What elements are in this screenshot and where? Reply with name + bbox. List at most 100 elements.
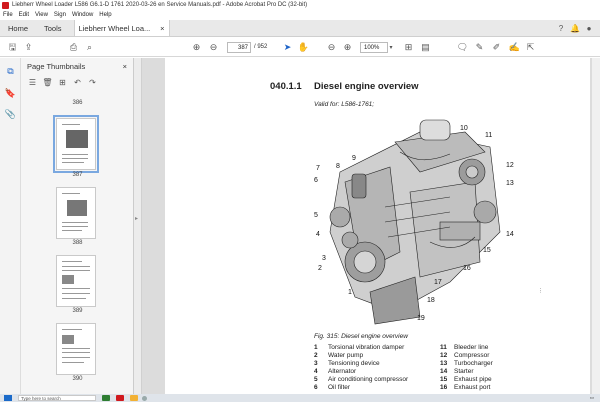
callout-11: 11 [485, 132, 492, 139]
browser-app-icon[interactable] [102, 395, 110, 401]
notifications-icon[interactable]: 🔔 [568, 20, 582, 36]
bookmark-icon[interactable]: 🔖 [4, 87, 17, 100]
legend-item: 12 Compressor [440, 352, 490, 359]
fill-sign-icon[interactable]: ✍ [508, 41, 521, 54]
start-icon[interactable] [4, 395, 12, 401]
legend-item: 3 Tensioning device [314, 360, 380, 367]
callout-10: 10 [460, 125, 468, 132]
callout-5: 5 [314, 212, 318, 219]
close-tab-icon[interactable]: × [160, 24, 164, 33]
taskbar-clock-icon[interactable]: ▭ [590, 395, 594, 401]
menu-file[interactable]: File [3, 12, 13, 18]
menu-help[interactable]: Help [99, 12, 111, 18]
taskbar-search-input[interactable]: Type here to search [18, 395, 96, 401]
thumbnails-panel: Page Thumbnails × ☰ 🗑 ⊞ ↶ ↷ 386 387 388 … [21, 58, 134, 394]
account-icon[interactable]: ● [582, 20, 596, 36]
callout-17: 17 [434, 279, 442, 286]
zoom-in-icon[interactable]: ⊕ [341, 41, 354, 54]
thumbnail-page-389[interactable] [56, 255, 96, 307]
draw-icon[interactable]: ✐ [490, 41, 503, 54]
thumbnails-panel-toolbar: ☰ 🗑 ⊞ ↶ ↷ [21, 74, 133, 90]
thumbnail-label-390: 390 [72, 376, 83, 382]
attachment-icon[interactable]: 📎 [4, 108, 17, 121]
next-page-icon[interactable]: ⊖ [207, 41, 220, 54]
callout-1: 1 [348, 289, 352, 296]
menu-bar: File Edit View Sign Window Help [0, 10, 600, 20]
search-icon[interactable]: ⌕ [83, 41, 96, 54]
thumbnails-panel-title: Page Thumbnails [27, 61, 86, 71]
callout-16: 16 [463, 265, 471, 272]
panel-resize-handle[interactable]: ▸ [135, 215, 140, 229]
menu-window[interactable]: Window [72, 12, 93, 18]
menu-edit[interactable]: Edit [19, 12, 29, 18]
save-icon[interactable]: 🖫 [6, 41, 19, 54]
scroll-mode-icon[interactable]: ▤ [419, 41, 432, 54]
thumbnail-label-386: 386 [72, 100, 83, 106]
legend-item: 6 Oil filter [314, 384, 351, 391]
diesel-engine-illustration: 1 2 3 4 5 6 7 8 9 10 11 12 13 14 15 16 1… [314, 119, 514, 325]
valid-for-text: Valid for: L586-1761; [314, 101, 375, 108]
page-total: / 952 [254, 44, 268, 50]
acrobat-taskbar-icon[interactable] [116, 395, 124, 401]
highlight-pen-icon[interactable]: ✎ [473, 41, 486, 54]
callout-6: 6 [314, 177, 318, 184]
tab-document[interactable]: Liebherr Wheel Loa... × [73, 20, 170, 36]
thumbnail-page-390[interactable] [56, 323, 96, 375]
thumbnail-page-388[interactable] [56, 187, 96, 239]
tab-home[interactable]: Home [0, 20, 36, 36]
zoom-out-icon[interactable]: ⊖ [325, 41, 338, 54]
section-title: Diesel engine overview [314, 81, 419, 92]
thumbnail-label-389: 389 [72, 308, 83, 314]
figure-caption: Fig. 315: Diesel engine overview [314, 333, 408, 340]
thumbnail-label-388: 388 [72, 240, 83, 246]
delete-page-icon[interactable]: 🗑 [41, 78, 54, 87]
menu-sign[interactable]: Sign [54, 12, 66, 18]
undo-icon[interactable]: ↶ [71, 78, 84, 87]
tray-icon[interactable] [142, 395, 147, 401]
left-navigation-rail: ⧉ 🔖 📎 [0, 58, 21, 394]
help-icon[interactable]: ? [554, 20, 568, 36]
menu-view[interactable]: View [35, 12, 48, 18]
legend-item: 15 Exhaust pipe [440, 376, 492, 383]
folder-app-icon[interactable] [130, 395, 138, 401]
page-number-input[interactable]: 387 [227, 42, 251, 53]
print-icon[interactable]: ⎙ [67, 41, 80, 54]
share-icon[interactable]: ⇱ [524, 41, 537, 54]
redo-icon[interactable]: ↷ [86, 78, 99, 87]
zoom-level-input[interactable]: 100% [360, 42, 388, 53]
legend-item: 11 Bleeder line [440, 344, 489, 351]
callout-8: 8 [336, 163, 340, 170]
select-cursor-icon[interactable]: ➤ [281, 41, 294, 54]
section-number: 040.1.1 [270, 81, 302, 92]
legend-item: 1 Torsional vibration damper [314, 344, 405, 351]
comment-icon[interactable]: 🗨 [456, 41, 469, 54]
callout-9: 9 [352, 155, 356, 162]
callout-14: 14 [506, 231, 514, 238]
window-title: Liebherr Wheel Loader L586 G6.1-D 1761 2… [12, 2, 308, 8]
hand-tool-icon[interactable]: ✋ [297, 41, 310, 54]
tab-tools[interactable]: Tools [36, 20, 70, 36]
insert-page-icon[interactable]: ⊞ [56, 78, 69, 87]
main-toolbar: 🖫 ⇪ ⎙ ⌕ ⊕ ⊖ 387 / 952 ➤ ✋ ⊖ ⊕ 100% ▾ ⊞ ▤… [0, 38, 600, 57]
previous-page-icon[interactable]: ⊕ [190, 41, 203, 54]
zoom-dropdown-icon[interactable]: ▾ [387, 42, 395, 53]
figure-code-mark: ··· [538, 288, 544, 293]
options-menu-icon[interactable]: ☰ [26, 78, 39, 87]
close-panel-icon[interactable]: × [123, 62, 127, 71]
callout-4: 4 [316, 231, 320, 238]
callout-19: 19 [417, 315, 425, 322]
thumbnail-page-387[interactable] [53, 115, 99, 173]
page-layout-icon[interactable]: ⊞ [402, 41, 415, 54]
tab-bar: Home Tools Liebherr Wheel Loa... × ? 🔔 ● [0, 20, 600, 37]
upload-icon[interactable]: ⇪ [22, 41, 35, 54]
page-thumbnails-icon[interactable]: ⧉ [4, 65, 17, 78]
callout-7: 7 [316, 165, 320, 172]
callout-13: 13 [506, 180, 514, 187]
legend-item: 2 Water pump [314, 352, 364, 359]
thumbnail-label-387: 387 [72, 172, 83, 178]
callout-12: 12 [506, 162, 514, 169]
document-scrollbar[interactable] [592, 58, 600, 394]
legend-item: 16 Exhaust port [440, 384, 491, 391]
callout-15: 15 [483, 247, 491, 254]
legend-item: 14 Starter [440, 368, 474, 375]
